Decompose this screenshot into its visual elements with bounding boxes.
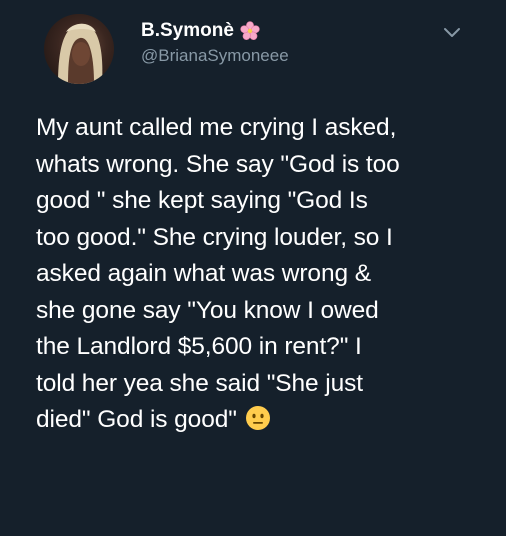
neutral-face-emoji-icon: [245, 405, 271, 431]
avatar[interactable]: [44, 14, 114, 84]
tweet-text-line: whats wrong. She say "God is too: [36, 150, 400, 178]
tweet-text-line: good " she kept saying "God Is: [36, 187, 368, 214]
tweet-card: B.Symonè @BrianaSymoneee My aunt called …: [0, 0, 506, 536]
chevron-down-icon[interactable]: [442, 26, 462, 40]
display-name[interactable]: B.Symonè: [141, 20, 234, 42]
tweet-text-line: died" God is good": [36, 406, 237, 433]
tweet-text-line: asked again what was wrong &: [36, 260, 371, 287]
tweet-header: B.Symonè @BrianaSymoneee: [22, 0, 484, 110]
tweet-text-line: the Landlord $5,600 in rent?" I: [36, 333, 362, 360]
tweet-text-last-line: died" God is good": [36, 402, 476, 439]
user-handle[interactable]: @BrianaSymoneee: [141, 44, 289, 68]
profile-photo-icon: [58, 23, 103, 84]
tweet-text-line: My aunt called me crying I asked,: [36, 114, 397, 141]
tweet-text-line: she gone say "You know I owed: [36, 296, 379, 324]
user-info: B.Symonè @BrianaSymoneee: [141, 20, 289, 68]
tweet-text-line: too good." She crying louder, so I: [36, 223, 393, 251]
tweet-text: My aunt called me crying I asked, whats …: [36, 110, 476, 439]
cherry-blossom-icon: [240, 21, 260, 41]
tweet-text-line: told her yea she said "She just: [36, 369, 364, 397]
